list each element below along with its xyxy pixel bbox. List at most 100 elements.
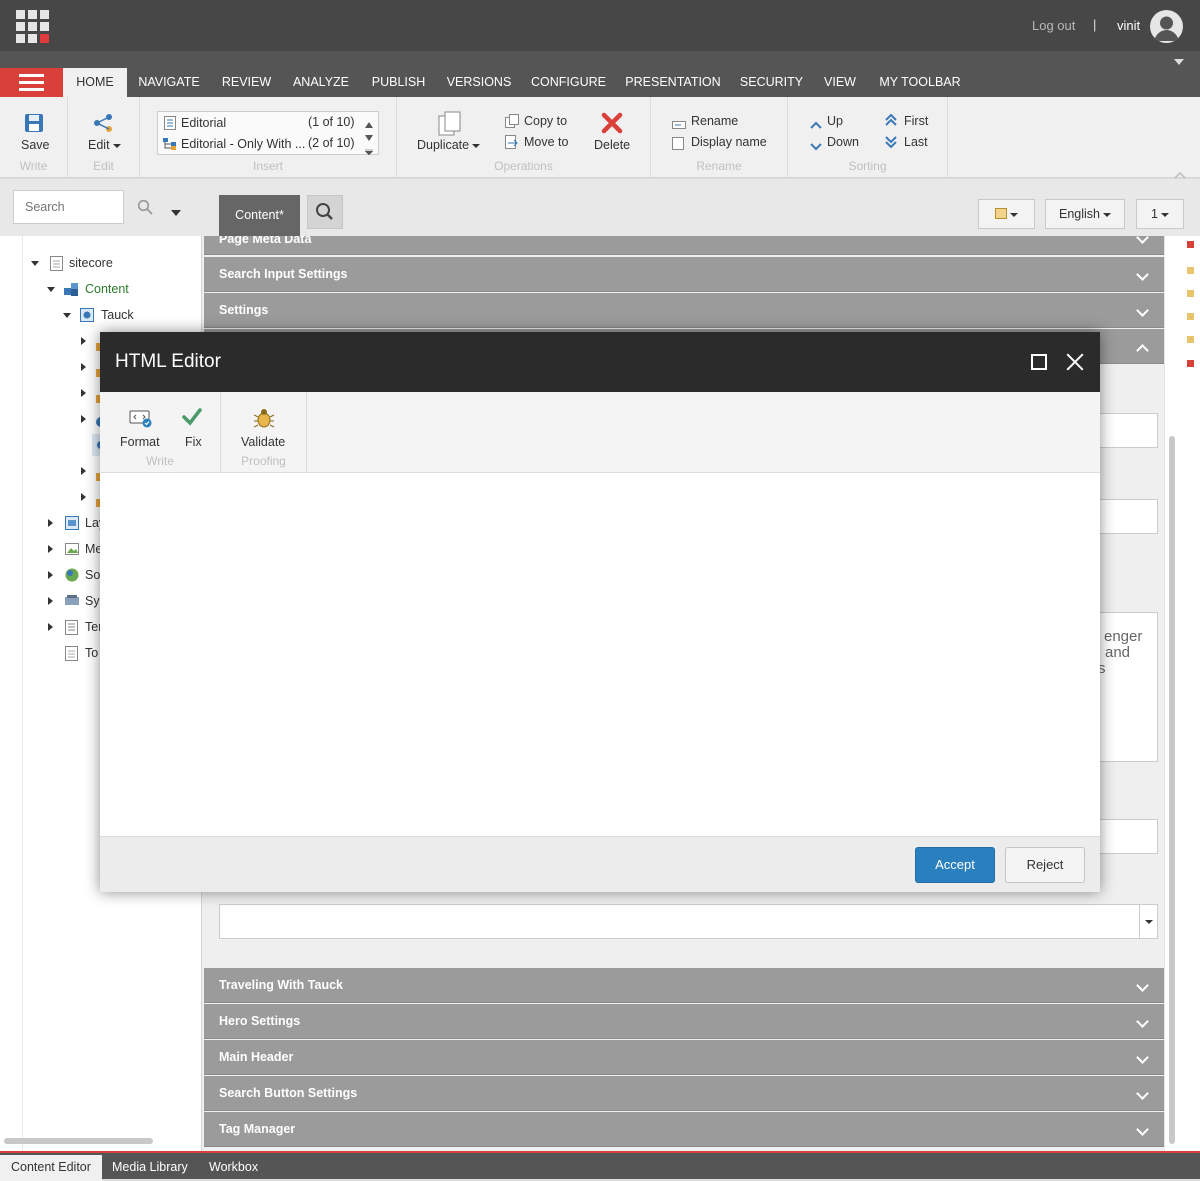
- tab-security[interactable]: SECURITY: [730, 68, 813, 97]
- search-options-dropdown-icon[interactable]: [171, 204, 181, 219]
- bottom-tab-media-library[interactable]: Media Library: [101, 1155, 199, 1181]
- expand-social-icon[interactable]: [48, 571, 53, 579]
- ribbon-group-write: Save Write: [0, 97, 68, 177]
- tab-view[interactable]: VIEW: [813, 68, 867, 97]
- scrollbar-thumb[interactable]: [1169, 436, 1175, 1144]
- validate-bug-icon[interactable]: [253, 407, 275, 432]
- validation-error-marker[interactable]: [1187, 360, 1194, 367]
- hamburger-menu-icon[interactable]: [0, 68, 63, 97]
- save-button[interactable]: Save: [21, 138, 50, 152]
- move-to-button[interactable]: Move to: [524, 135, 568, 149]
- save-icon[interactable]: [24, 113, 44, 136]
- expand-child-1-icon[interactable]: [81, 337, 86, 345]
- section-hero-settings[interactable]: Hero Settings: [204, 1004, 1164, 1039]
- validate-button[interactable]: Validate: [241, 435, 285, 449]
- edit-share-icon[interactable]: [93, 113, 115, 136]
- bottom-tab-content-editor[interactable]: Content Editor: [0, 1155, 102, 1181]
- insert-editorial[interactable]: Editorial: [181, 116, 226, 130]
- reject-button[interactable]: Reject: [1005, 847, 1085, 883]
- expand-list-icon[interactable]: [364, 143, 374, 158]
- tab-configure[interactable]: CONFIGURE: [521, 68, 616, 97]
- section-main-header[interactable]: Main Header: [204, 1040, 1164, 1075]
- avatar[interactable]: [1150, 10, 1183, 43]
- section-traveling-with-tauck[interactable]: Traveling With Tauck: [204, 968, 1164, 1003]
- sort-up-icon: [810, 117, 822, 132]
- section-settings[interactable]: Settings: [204, 293, 1164, 328]
- tab-publish[interactable]: PUBLISH: [360, 68, 437, 97]
- tab-navigate[interactable]: NAVIGATE: [127, 68, 211, 97]
- tab-my-toolbar[interactable]: MY TOOLBAR: [867, 68, 973, 97]
- tab-review[interactable]: REVIEW: [211, 68, 282, 97]
- delete-icon[interactable]: [601, 112, 623, 137]
- close-icon[interactable]: [1065, 352, 1085, 372]
- section-tag-manager[interactable]: Tag Manager: [204, 1112, 1164, 1147]
- ribbon-group-operations: Duplicate Copy to Move to Delete Operati…: [397, 97, 651, 177]
- validation-warning-marker[interactable]: [1187, 313, 1194, 320]
- section-search-input-settings[interactable]: Search Input Settings: [204, 257, 1164, 292]
- sort-first-button[interactable]: First: [904, 114, 928, 128]
- duplicate-button[interactable]: Duplicate: [417, 138, 481, 152]
- validation-warning-marker[interactable]: [1187, 267, 1194, 274]
- content-vertical-scrollbar[interactable]: [1164, 236, 1200, 1151]
- tab-versions[interactable]: VERSIONS: [437, 68, 521, 97]
- duplicate-icon[interactable]: [438, 111, 462, 140]
- field-dropdown[interactable]: [219, 904, 1158, 939]
- maximize-icon[interactable]: [1031, 354, 1047, 370]
- tab-home[interactable]: HOME: [63, 68, 127, 97]
- tab-content[interactable]: Content*: [219, 195, 300, 236]
- fix-button[interactable]: Fix: [185, 435, 202, 449]
- tree-node-sitecore[interactable]: sitecore: [69, 256, 113, 270]
- scroll-down-icon[interactable]: [365, 129, 373, 144]
- display-name-button[interactable]: Display name: [691, 135, 767, 149]
- validation-warning-marker[interactable]: [1187, 290, 1194, 297]
- accept-button[interactable]: Accept: [915, 847, 995, 883]
- tree-horizontal-scrollbar[interactable]: [4, 1138, 153, 1144]
- expand-layout-icon[interactable]: [48, 519, 53, 527]
- expand-child-2-icon[interactable]: [81, 363, 86, 371]
- fix-check-icon[interactable]: [182, 408, 202, 429]
- edit-button[interactable]: Edit: [88, 138, 121, 152]
- copy-to-button[interactable]: Copy to: [524, 114, 567, 128]
- launchpad-icon[interactable]: [16, 10, 49, 43]
- expand-child-4-icon[interactable]: [81, 415, 86, 423]
- rename-button[interactable]: Rename: [691, 114, 738, 128]
- version-selector[interactable]: 1: [1136, 199, 1184, 229]
- expand-system-icon[interactable]: [48, 597, 53, 605]
- tree-node-content[interactable]: Content: [85, 282, 129, 296]
- logout-link[interactable]: Log out: [1032, 18, 1075, 33]
- tree-search-input[interactable]: [13, 190, 124, 224]
- expand-templates-icon[interactable]: [48, 623, 53, 631]
- item-gallery-button[interactable]: [978, 199, 1035, 229]
- format-code-icon[interactable]: [129, 410, 153, 431]
- expand-child-6-icon[interactable]: [81, 493, 86, 501]
- tab-analyze[interactable]: ANALYZE: [282, 68, 360, 97]
- validation-error-marker[interactable]: [1187, 241, 1194, 248]
- sort-down-button[interactable]: Down: [827, 135, 859, 149]
- delete-button[interactable]: Delete: [594, 138, 630, 152]
- expand-child-5-icon[interactable]: [81, 467, 86, 475]
- tab-presentation[interactable]: PRESENTATION: [616, 68, 730, 97]
- language-selector[interactable]: English: [1045, 199, 1125, 229]
- search-icon[interactable]: [137, 199, 153, 218]
- expand-tauck-icon[interactable]: [63, 313, 71, 318]
- expand-child-3-icon[interactable]: [81, 389, 86, 397]
- tree-node-todo[interactable]: To: [85, 646, 98, 660]
- gallery-icon: [995, 201, 1007, 229]
- content-search-button[interactable]: [307, 195, 343, 229]
- dropdown-arrow-icon[interactable]: [1139, 905, 1157, 938]
- html-code-editor[interactable]: [100, 473, 1100, 836]
- bottom-tab-workbox[interactable]: Workbox: [198, 1155, 269, 1181]
- expand-content-icon[interactable]: [47, 287, 55, 292]
- validation-warning-marker[interactable]: [1187, 336, 1194, 343]
- format-button[interactable]: Format: [120, 435, 160, 449]
- collapse-ribbon-icon[interactable]: [1174, 59, 1184, 65]
- sort-last-button[interactable]: Last: [904, 135, 928, 149]
- chevron-down-icon: [1136, 1015, 1149, 1028]
- expand-sitecore-icon[interactable]: [31, 261, 39, 266]
- sort-up-button[interactable]: Up: [827, 114, 843, 128]
- tree-node-tauck[interactable]: Tauck: [101, 308, 134, 322]
- insert-editorial-only-with[interactable]: Editorial - Only With ...: [181, 137, 305, 151]
- section-page-meta-data[interactable]: Page Meta Data: [204, 236, 1164, 255]
- section-search-button-settings[interactable]: Search Button Settings: [204, 1076, 1164, 1111]
- expand-media-icon[interactable]: [48, 545, 53, 553]
